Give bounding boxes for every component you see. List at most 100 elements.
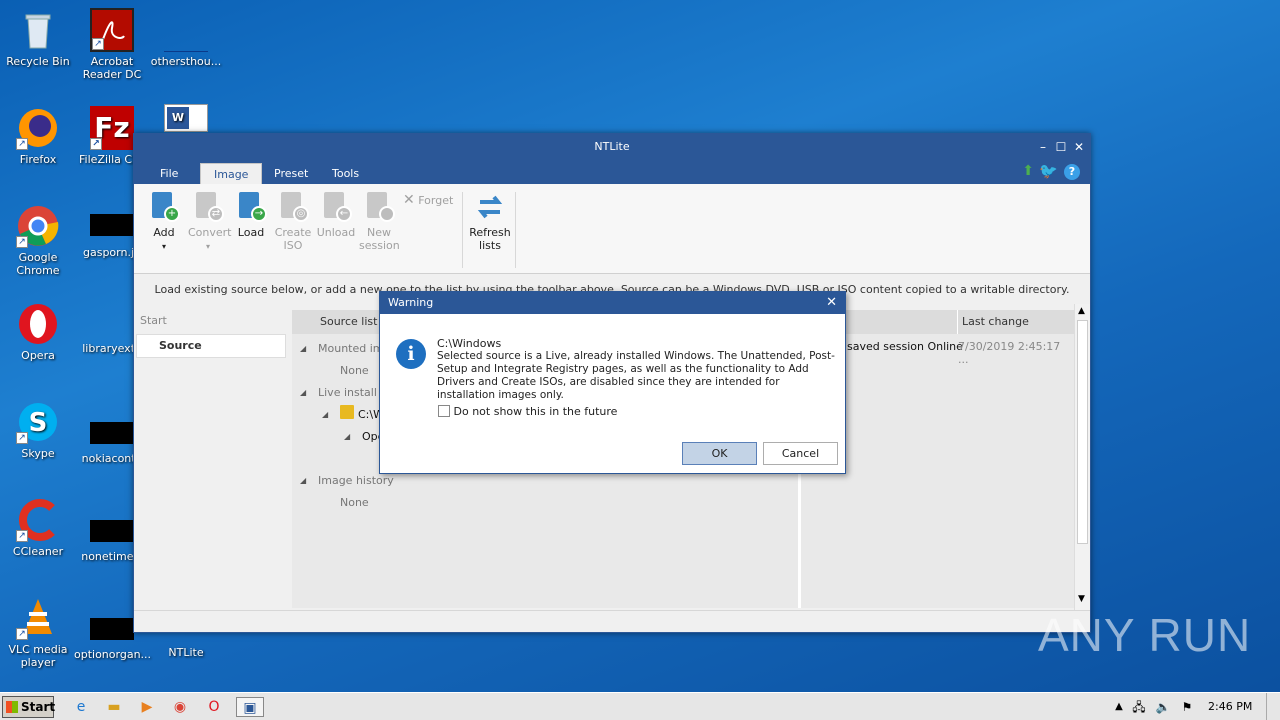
close-icon[interactable]: ✕	[1070, 134, 1088, 160]
tree-image-history[interactable]: Image history	[318, 474, 394, 487]
tree-none-mounted: None	[340, 364, 369, 377]
desktop-icon-label: optionorgan...	[74, 648, 152, 661]
new-session-icon	[363, 190, 395, 222]
desktop-icon-othersthou[interactable]: othersthou...	[148, 8, 224, 68]
add-icon: +	[148, 190, 180, 222]
vertical-scrollbar[interactable]: ▲ ▼	[1074, 304, 1090, 610]
taskbar: Start e ▬ ▶ ◉ O ▣ ▲ 🖧 🔈 ⚑ 2:46 PM	[0, 692, 1280, 720]
menu-tools[interactable]: Tools	[324, 163, 367, 184]
forget-button[interactable]: ✕ Forget	[403, 192, 453, 208]
unload-icon: ←	[320, 190, 352, 222]
shortcut-arrow-icon: ↗	[90, 138, 102, 150]
volume-icon[interactable]: 🔈	[1152, 697, 1174, 717]
last-change-header[interactable]: Last change	[957, 310, 1074, 334]
twitter-icon[interactable]: 🐦	[1039, 162, 1058, 180]
unload-button[interactable]: ← Unload	[316, 190, 356, 239]
dialog-message: Selected source is a Live, already insta…	[437, 350, 835, 401]
folder-icon	[340, 405, 354, 419]
status-bar	[134, 610, 1090, 632]
shortcut-arrow-icon: ↗	[16, 530, 28, 542]
firefox-icon: ↗	[16, 106, 60, 150]
dialog-close-icon[interactable]: ✕	[826, 292, 837, 314]
window-title: NTLite	[594, 140, 630, 153]
menu-preset[interactable]: Preset	[266, 163, 316, 184]
network-icon[interactable]: 🖧	[1128, 697, 1150, 717]
convert-icon: ⇄	[192, 190, 224, 222]
ok-button[interactable]: OK	[682, 442, 757, 465]
file-icon	[90, 520, 134, 542]
desktop-icon-label: NTLite	[168, 646, 204, 659]
new-session-button[interactable]: New session	[359, 190, 400, 252]
refresh-lists-button[interactable]: Refresh lists	[468, 190, 512, 252]
tree-live-install[interactable]: Live install	[318, 386, 377, 399]
menu-image[interactable]: Image	[200, 163, 263, 184]
desktop-icon-vlc[interactable]: ↗ VLC media player	[0, 596, 76, 669]
scroll-down-icon[interactable]: ▼	[1078, 594, 1085, 604]
chrome-taskbar-icon[interactable]: ◉	[169, 697, 191, 717]
convert-button[interactable]: ⇄ Convert ▾	[188, 190, 232, 253]
maximize-icon[interactable]: ☐	[1052, 134, 1070, 160]
desktop-icon-word-doc[interactable]: W	[148, 104, 224, 135]
shortcut-arrow-icon: ↗	[92, 38, 104, 50]
checkbox-box[interactable]	[438, 405, 450, 417]
acrobat-icon: ↗	[90, 8, 134, 52]
tray-expand-icon[interactable]: ▲	[1108, 697, 1130, 717]
desktop-icon-opera[interactable]: Opera	[0, 302, 76, 362]
shortcut-arrow-icon: ↗	[16, 236, 28, 248]
desktop-icon-label: CCleaner	[12, 545, 64, 558]
load-icon: →	[235, 190, 267, 222]
opera-icon	[16, 302, 60, 346]
ribbon-toolbar: + Add ▾ ⇄ Convert ▾ → Load ◎ Create ISO ← …	[134, 184, 1090, 274]
file-icon	[90, 618, 134, 640]
menu-file[interactable]: File	[152, 163, 186, 184]
cancel-button[interactable]: Cancel	[763, 442, 838, 465]
desktop-icon-ccleaner[interactable]: ↗ CCleaner	[0, 498, 76, 558]
load-button[interactable]: → Load	[231, 190, 271, 239]
source-tab[interactable]: Source	[136, 334, 286, 358]
info-icon: i	[396, 339, 426, 369]
menu-bar: File Image Preset Tools ⬆ 🐦 ?	[134, 160, 1090, 184]
desktop-icon-skype[interactable]: S ↗ Skype	[0, 400, 76, 460]
help-icon[interactable]: ?	[1064, 164, 1080, 180]
do-not-show-checkbox[interactable]: Do not show this in the future	[438, 405, 617, 418]
start-button[interactable]: Start	[2, 696, 55, 718]
desktop-icon-label: Recycle Bin	[6, 55, 70, 68]
update-arrow-icon[interactable]: ⬆	[1022, 163, 1034, 179]
ntlite-taskbar-icon[interactable]: ▣	[236, 697, 264, 717]
recycle-bin-icon	[16, 8, 60, 52]
vlc-icon: ↗	[16, 596, 60, 640]
session-status: saved session Online	[847, 340, 963, 353]
file-icon	[90, 422, 134, 444]
desktop-icon-label: VLC media player	[8, 643, 68, 669]
media-player-icon[interactable]: ▶	[136, 697, 158, 717]
desktop-icon-recycle-bin[interactable]: Recycle Bin	[0, 8, 76, 68]
add-button[interactable]: + Add ▾	[144, 190, 184, 253]
action-center-flag-icon[interactable]: ⚑	[1176, 697, 1198, 717]
tree-none-history: None	[340, 496, 369, 509]
scroll-thumb[interactable]	[1077, 320, 1088, 544]
scroll-up-icon[interactable]: ▲	[1078, 306, 1085, 316]
explorer-icon[interactable]: ▬	[103, 697, 125, 717]
last-change-date: 7/30/2019 2:45:17 ...	[958, 340, 1061, 366]
start-label: Start	[140, 314, 167, 327]
desktop-icon-label: Acrobat Reader DC	[82, 55, 142, 81]
ie-icon[interactable]: e	[70, 697, 92, 717]
desktop-icon-acrobat[interactable]: ↗ Acrobat Reader DC	[74, 8, 150, 81]
desktop-icon-chrome[interactable]: ↗ Google Chrome	[0, 204, 76, 277]
desktop-icon-firefox[interactable]: ↗ Firefox	[0, 106, 76, 166]
show-desktop-button[interactable]	[1266, 693, 1280, 720]
desktop-icon-label: Opera	[21, 349, 55, 362]
clock[interactable]: 2:46 PM	[1208, 700, 1252, 713]
create-iso-button[interactable]: ◎ Create ISO	[273, 190, 313, 252]
desktop-icon-label: Skype	[21, 447, 55, 460]
opera-taskbar-icon[interactable]: O	[203, 697, 225, 717]
desktop-icon-ntlite[interactable]: NTLite	[148, 646, 224, 659]
file-icon	[90, 214, 134, 236]
minimize-icon[interactable]: –	[1034, 134, 1052, 160]
window-titlebar[interactable]: NTLite – ☐ ✕	[134, 134, 1090, 160]
shortcut-arrow-icon: ↗	[16, 628, 28, 640]
svg-text:S: S	[29, 408, 48, 438]
shortcut-arrow-icon: ↗	[16, 432, 28, 444]
desktop-icon-label: Firefox	[19, 153, 57, 166]
dialog-titlebar[interactable]: Warning ✕	[380, 292, 845, 314]
